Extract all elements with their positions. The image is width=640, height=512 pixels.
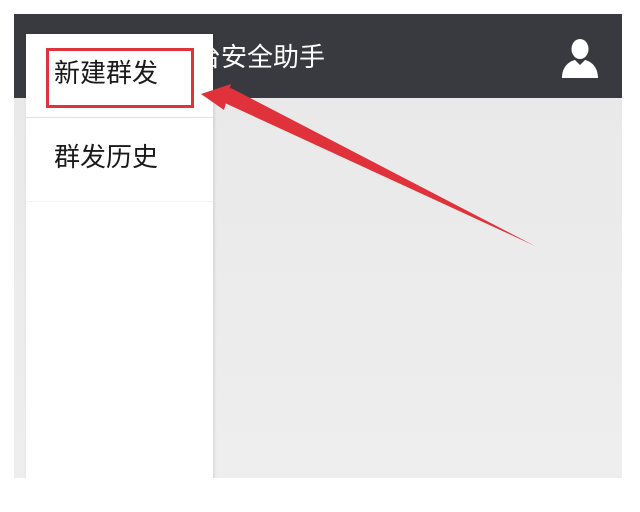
menu-item-label: 群发历史	[54, 143, 159, 173]
dropdown-menu: 新建群发 群发历史	[26, 34, 213, 478]
user-icon[interactable]	[558, 38, 602, 78]
menu-item-new-broadcast[interactable]: 新建群发	[26, 34, 213, 118]
phone-screen: 台安全助手 新建群发 群发历史	[14, 14, 622, 478]
menu-item-broadcast-history[interactable]: 群发历史	[26, 118, 213, 202]
menu-item-label: 新建群发	[54, 59, 159, 89]
header-title: 台安全助手	[195, 43, 326, 73]
